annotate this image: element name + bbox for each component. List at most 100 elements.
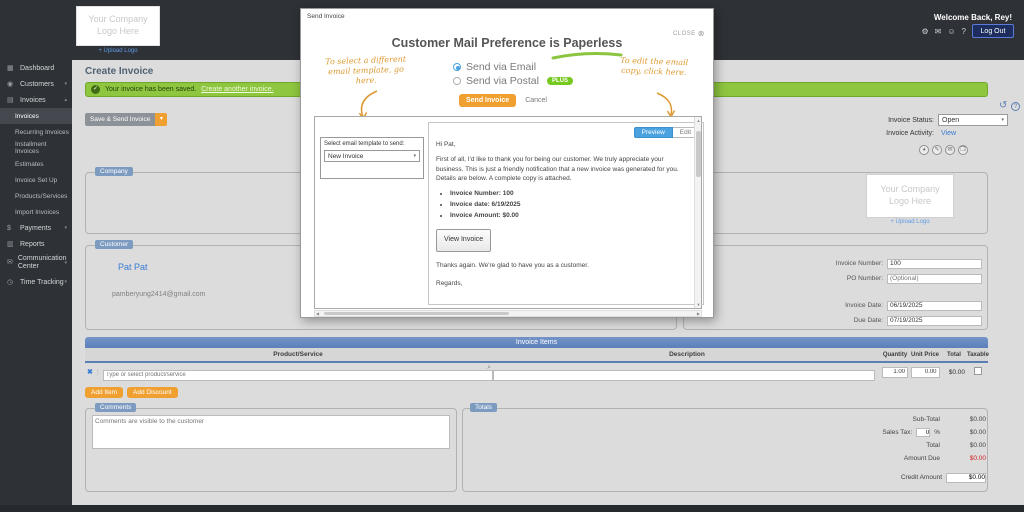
po-number-label: PO Number:	[690, 275, 883, 282]
product-service-input[interactable]	[103, 370, 493, 381]
amount-due-row: Amount Due $0.00	[700, 452, 986, 465]
sidebar-item-dashboard[interactable]: ▦ Dashboard	[0, 60, 72, 76]
col-taxable: Taxable	[967, 352, 988, 358]
sidebar-item-time-tracking[interactable]: ◷ Time Tracking ▾	[0, 274, 72, 290]
invoice-status-row: Invoice Status: Open ▾	[818, 114, 1008, 126]
sidebar-item-invoices[interactable]: ▤ Invoices ▴	[0, 92, 72, 108]
invoice-activity-view-link[interactable]: View	[938, 130, 1008, 137]
sidebar-label: Reports	[20, 241, 45, 248]
totals-rows: Sub-Total $0.00 Sales Tax: % $0.00 Total…	[700, 413, 986, 484]
sidebar-subitem-products-services[interactable]: Products/Services	[0, 188, 72, 204]
customer-name-link[interactable]: Pat Pat	[118, 262, 148, 272]
annotation-arrow-right	[653, 91, 683, 119]
upload-logo-link[interactable]: + Upload Logo	[866, 219, 954, 225]
scroll-up-icon[interactable]: ▲	[695, 118, 702, 123]
company-logo-placeholder[interactable]: Your Company Logo Here	[76, 6, 160, 46]
invoice-logo-placeholder[interactable]: Your Company Logo Here	[866, 174, 954, 218]
search-icon[interactable]: ⌕	[487, 364, 491, 372]
email-preview-panel: Select email template to send: New Invoi…	[314, 116, 702, 309]
scroll-right-icon[interactable]: ▶	[697, 311, 700, 316]
radio-selected-icon[interactable]	[453, 63, 461, 71]
gear-icon[interactable]: ⚙	[922, 27, 929, 36]
template-select-label: Select email template to send:	[321, 138, 423, 149]
sidebar-item-reports[interactable]: ▥ Reports	[0, 236, 72, 252]
help-circle-icon[interactable]: ?	[1011, 102, 1020, 111]
communication-icon: ✉	[7, 259, 13, 267]
invoice-status-select[interactable]: Open ▾	[938, 114, 1008, 126]
po-number-input[interactable]	[887, 274, 982, 284]
horizontal-scrollbar[interactable]: ◀ ▶	[314, 310, 702, 317]
invoice-number-input[interactable]	[887, 259, 982, 269]
preview-button[interactable]: Preview	[634, 127, 673, 138]
logout-button[interactable]: Log Out	[972, 24, 1014, 38]
template-select[interactable]: New Invoice ▾	[324, 150, 420, 162]
taxable-checkbox[interactable]	[974, 367, 982, 375]
radio-unselected-icon[interactable]	[453, 77, 461, 85]
due-date-input[interactable]	[887, 316, 982, 326]
plus-badge: PLUS	[547, 77, 573, 85]
add-item-button[interactable]: Add Item	[85, 387, 123, 398]
upload-logo-link[interactable]: + Upload Logo	[76, 48, 160, 54]
send-via-postal-option[interactable]: Send via Postal PLUS	[453, 74, 573, 88]
history-icon[interactable]: ↺	[999, 100, 1007, 111]
totals-section-tab: Totals	[470, 403, 497, 412]
save-send-invoice-button[interactable]: Save & Send Invoice ▾	[85, 113, 167, 126]
quantity-input[interactable]	[882, 367, 908, 378]
logo-text-line1: Your Company	[880, 184, 939, 196]
message-icon[interactable]: ✉	[935, 27, 942, 36]
email-bullet: Invoice Amount: $0.00	[450, 211, 688, 221]
sidebar-subitem-invoice-setup[interactable]: Invoice Set Up	[0, 172, 72, 188]
sidebar-subitem-recurring-invoices[interactable]: Recurring Invoices	[0, 124, 72, 140]
scroll-left-icon[interactable]: ◀	[316, 311, 319, 316]
scroll-down-icon[interactable]: ▼	[695, 302, 702, 307]
sidebar-label: Time Tracking	[20, 279, 64, 286]
chevron-up-icon: ▴	[64, 97, 67, 103]
welcome-text: Welcome Back, Rey!	[934, 13, 1012, 22]
sidebar-item-customers[interactable]: ◉ Customers ▾	[0, 76, 72, 92]
unit-price-input[interactable]	[911, 367, 940, 378]
copy-icon[interactable]: ❐	[958, 145, 968, 155]
scrollbar-thumb[interactable]	[696, 131, 701, 177]
send-invoice-button[interactable]: Send Invoice	[459, 94, 516, 107]
annotation-edit: To edit the email copy, click here.	[615, 56, 694, 79]
comments-textarea[interactable]	[92, 415, 450, 449]
print-icon[interactable]: ✎	[932, 145, 942, 155]
add-discount-button[interactable]: Add Discount	[127, 387, 178, 398]
header-icon-row: ⚙ ✉ ☺ ?	[922, 27, 967, 36]
description-input[interactable]	[493, 370, 875, 381]
delete-row-icon[interactable]: ✖	[87, 368, 93, 376]
invoice-status-value: Open	[942, 117, 959, 124]
send-via-email-option[interactable]: Send via Email	[453, 60, 573, 74]
email-icon[interactable]: ✉	[945, 145, 955, 155]
chevron-down-icon: ▾	[1001, 117, 1004, 123]
view-invoice-button[interactable]: View Invoice	[436, 229, 491, 252]
dashboard-icon: ▦	[7, 64, 15, 72]
send-via-postal-label: Send via Postal	[466, 75, 539, 87]
email-body: Hi Pat, First of all, I'd like to thank …	[436, 140, 688, 288]
help-icon[interactable]: ?	[962, 27, 966, 36]
sidebar-subitem-invoices[interactable]: Invoices	[0, 108, 72, 124]
sidebar-item-communication-center[interactable]: ✉ Communication Center ▾	[0, 252, 72, 274]
page-title: Create Invoice	[85, 66, 153, 77]
create-another-invoice-link[interactable]: Create another invoice.	[201, 86, 273, 93]
globe-icon[interactable]: ◕	[919, 145, 929, 155]
vertical-scrollbar[interactable]: ▲ ▼	[694, 117, 701, 308]
chevron-down-icon: ▾	[64, 225, 67, 231]
row-total: $0.00	[941, 369, 967, 376]
chevron-down-icon[interactable]: ▾	[155, 113, 167, 126]
invoice-date-input[interactable]	[887, 301, 982, 311]
sales-tax-rate-input[interactable]	[916, 428, 930, 437]
user-icon[interactable]: ☺	[947, 27, 955, 36]
sidebar-subitem-installment-invoices[interactable]: Installment Invoices	[0, 140, 72, 156]
cancel-link[interactable]: Cancel	[525, 97, 547, 104]
scrollbar-thumb[interactable]	[324, 312, 509, 315]
sidebar-subitem-estimates[interactable]: Estimates	[0, 156, 72, 172]
send-via-email-label: Send via Email	[466, 61, 536, 73]
sidebar-item-payments[interactable]: $ Payments ▾	[0, 220, 72, 236]
total-label: Total	[700, 442, 940, 449]
sidebar-subitem-import-invoices[interactable]: Import Invoices	[0, 204, 72, 220]
sidebar-label: Payments	[20, 225, 51, 232]
col-description: Description	[493, 351, 881, 358]
credit-amount-input[interactable]	[946, 473, 986, 483]
invoice-items-header-bar: Invoice Items	[85, 337, 988, 348]
